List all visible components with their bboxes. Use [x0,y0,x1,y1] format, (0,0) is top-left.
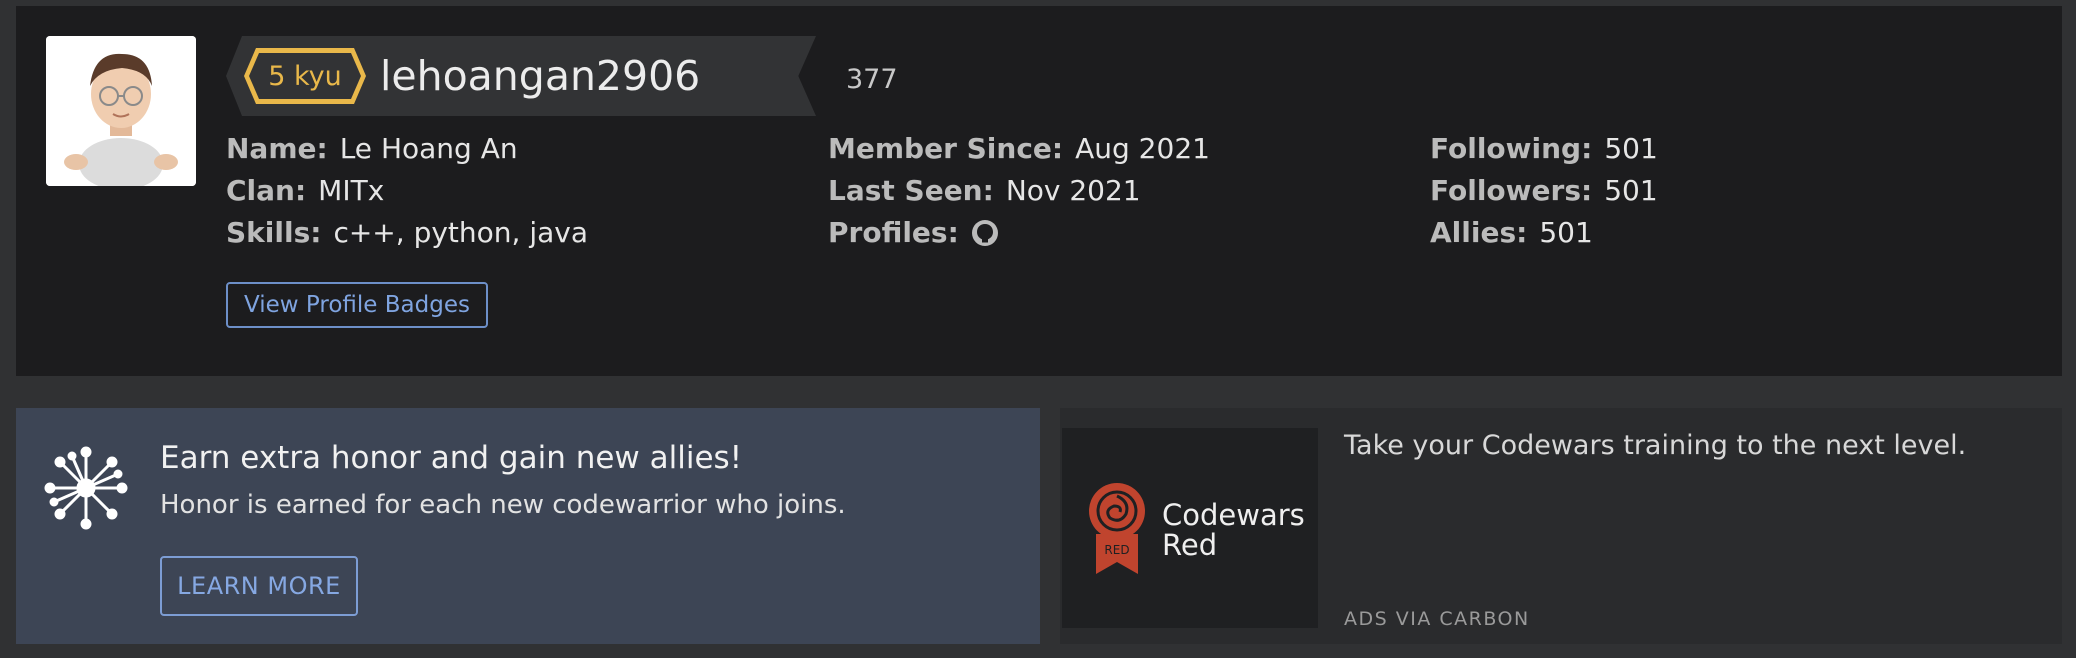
info-value: Aug 2021 [1075,132,1210,165]
github-icon[interactable] [971,217,999,246]
profile-info-left: Name: Le Hoang An Clan: MITx Skills: c++, p… [226,128,588,254]
info-name: Name: Le Hoang An [226,128,588,170]
network-icon [44,446,128,530]
view-profile-badges-button[interactable]: View Profile Badges [226,282,488,328]
svg-text:RED: RED [1104,543,1129,557]
info-value: MITx [318,174,385,207]
codewars-red-seal-icon: RED [1089,483,1145,574]
info-value: 501 [1604,132,1658,165]
ad-text[interactable]: Take your Codewars training to the next … [1344,430,1966,461]
info-label: Profiles: [828,216,959,249]
info-label: Last Seen: [828,174,994,207]
info-label: Followers: [1430,174,1593,207]
promo-subtitle: Honor is earned for each new codewarrior… [160,490,846,520]
info-profiles: Profiles: [828,212,1210,254]
rank-label: 5 kyu [249,53,361,99]
avatar[interactable] [46,36,196,186]
info-value: Nov 2021 [1005,174,1141,207]
ads-via-carbon-link[interactable]: ADS VIA CARBON [1344,608,1530,630]
info-allies: Allies: 501 [1430,212,1658,254]
info-following: Following: 501 [1430,128,1658,170]
ad-brand: Codewars Red [1162,498,1305,562]
promo-title: Earn extra honor and gain new allies! [160,440,743,476]
ad-image[interactable]: RED Codewars Red [1062,428,1318,628]
info-member-since: Member Since: Aug 2021 [828,128,1210,170]
profile-card: 5 kyu lehoangan2906 377 Name: Le Hoang An… [16,6,2062,376]
info-value: 501 [1539,216,1593,249]
memoji-avatar-icon [46,36,196,186]
profile-info-middle: Member Since: Aug 2021 Last Seen: Nov 2021… [828,128,1210,254]
profile-info-right: Following: 501 Followers: 501 Allies: 501 [1430,128,1658,254]
info-label: Member Since: [828,132,1064,165]
info-last-seen: Last Seen: Nov 2021 [828,170,1210,212]
info-label: Allies: [1430,216,1528,249]
referral-promo: Earn extra honor and gain new allies! Ho… [16,408,1040,644]
info-value: c++, python, java [333,216,588,249]
info-value: Le Hoang An [339,132,518,165]
info-label: Name: [226,132,328,165]
username: lehoangan2906 [380,52,701,100]
learn-more-button[interactable]: LEARN MORE [160,556,358,616]
info-label: Clan: [226,174,307,207]
info-label: Following: [1430,132,1593,165]
info-skills: Skills: c++, python, java [226,212,588,254]
info-followers: Followers: 501 [1430,170,1658,212]
carbon-ad: RED Codewars Red Take your Codewars trai… [1060,408,2062,644]
info-value: 501 [1604,174,1658,207]
info-clan: Clan: MITx [226,170,588,212]
rank-badge: 5 kyu [244,48,366,104]
info-label: Skills: [226,216,322,249]
honor-score: 377 [846,64,898,95]
